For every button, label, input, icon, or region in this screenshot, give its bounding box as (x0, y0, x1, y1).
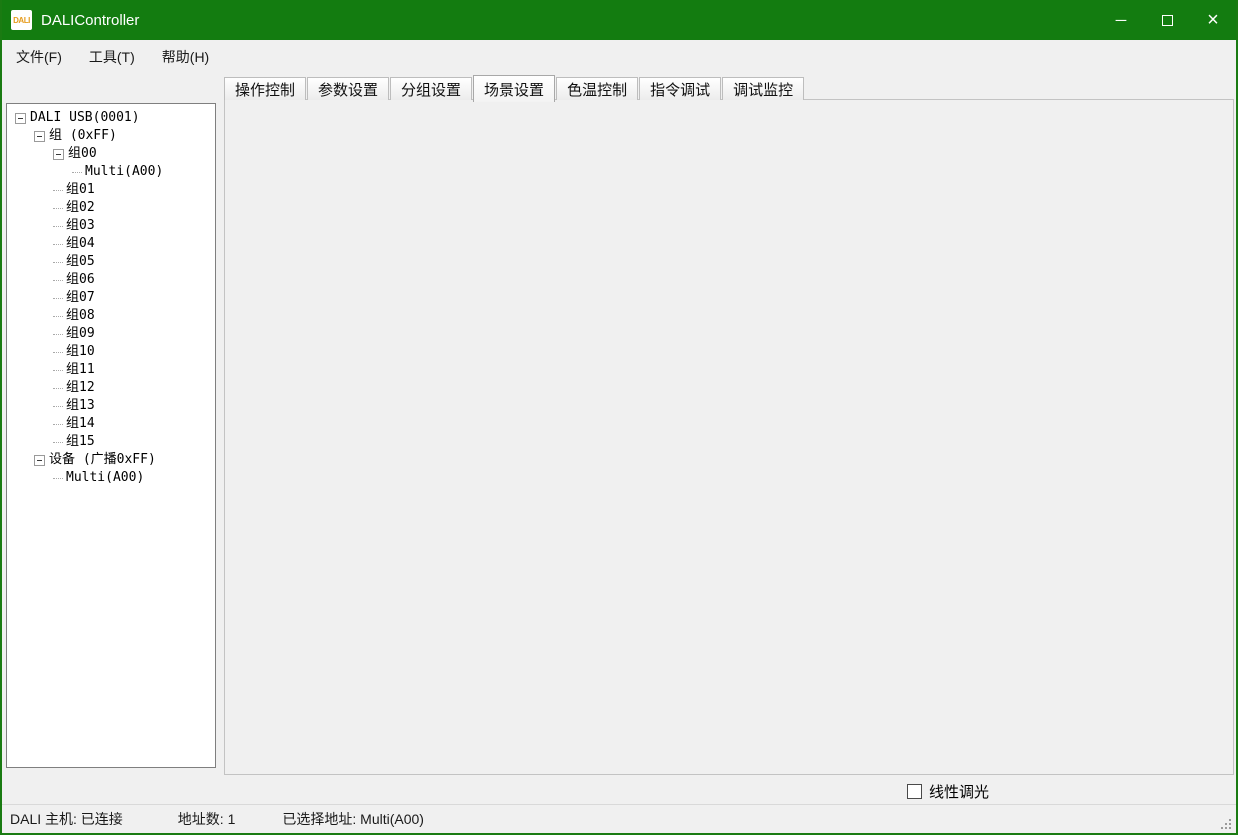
tree-item-label: Multi(A00) (66, 469, 144, 487)
tree-item[interactable]: Multi(A00) (7, 469, 215, 487)
tree-item-label: 组03 (66, 217, 95, 235)
status-address-count: 地址数: 1 (178, 809, 236, 829)
tree-item-label: 组09 (66, 325, 95, 343)
tree-item-label: 组07 (66, 289, 95, 307)
tree-item[interactable]: 组01 (7, 181, 215, 199)
tree-connector (53, 244, 63, 245)
tree-item-label: 组 (0xFF) (49, 127, 117, 145)
app-window: DALI DALIController ─ × 文件(F)工具(T)帮助(H) … (0, 0, 1238, 835)
menu-item[interactable]: 工具(T) (78, 42, 146, 72)
close-icon: × (1207, 10, 1219, 30)
tree-item[interactable]: 组09 (7, 325, 215, 343)
tree-item[interactable]: 组08 (7, 307, 215, 325)
tree-item[interactable]: DALI USB(0001) (7, 109, 215, 127)
title-bar: DALI DALIController ─ × (2, 0, 1236, 40)
tab[interactable]: 指令调试 (639, 77, 721, 100)
close-button[interactable]: × (1190, 0, 1236, 40)
tree-item-label: 组05 (66, 253, 95, 271)
tree-connector (53, 190, 63, 191)
tree-item-label: 组06 (66, 271, 95, 289)
maximize-button[interactable] (1144, 0, 1190, 40)
tree-item-label: 组13 (66, 397, 95, 415)
tree-connector (53, 442, 63, 443)
tree-item-label: 组02 (66, 199, 95, 217)
menu-item[interactable]: 文件(F) (5, 42, 73, 72)
scene-settings-panel (224, 99, 1234, 775)
tab[interactable]: 分组设置 (390, 77, 472, 100)
tree-connector (53, 424, 63, 425)
tree-item-label: 组11 (66, 361, 95, 379)
minimize-button[interactable]: ─ (1098, 0, 1144, 40)
maximize-icon (1162, 15, 1173, 26)
app-icon: DALI (11, 10, 32, 30)
tree-item[interactable]: 组11 (7, 361, 215, 379)
tree-item-label: 组12 (66, 379, 95, 397)
tree-item[interactable]: 组04 (7, 235, 215, 253)
tree-item[interactable]: 组10 (7, 343, 215, 361)
tree-connector (53, 334, 63, 335)
tab[interactable]: 调试监控 (722, 77, 804, 100)
tree-expand-toggle-icon[interactable] (15, 113, 26, 124)
tree-item-label: Multi(A00) (85, 163, 163, 181)
menu-bar: 文件(F)工具(T)帮助(H) (2, 40, 1236, 74)
minimize-icon: ─ (1116, 12, 1127, 29)
tree-expand-toggle-icon[interactable] (34, 131, 45, 142)
tree-connector (53, 208, 63, 209)
tree-item-label: 组14 (66, 415, 95, 433)
tree-item[interactable]: 组05 (7, 253, 215, 271)
tree-expand-toggle-icon[interactable] (53, 149, 64, 160)
tree-item[interactable]: 组03 (7, 217, 215, 235)
linear-dimming-option: 线性调光 (907, 781, 989, 802)
window-title: DALIController (41, 12, 139, 29)
device-tree: DALI USB(0001) 组 (0xFF) 组00 Multi(A00) 组… (6, 103, 216, 768)
tree-item[interactable]: 组13 (7, 397, 215, 415)
tree-item-label: 组15 (66, 433, 95, 451)
tree-connector (53, 352, 63, 353)
tree-item[interactable]: 组06 (7, 271, 215, 289)
tree-item-label: 组00 (68, 145, 97, 163)
tree-item[interactable]: 设备 (广播0xFF) (7, 451, 215, 469)
status-selected-address: 已选择地址: Multi(A00) (282, 809, 424, 829)
tab[interactable]: 参数设置 (307, 77, 389, 100)
tree-connector (72, 172, 82, 173)
tree-connector (53, 478, 63, 479)
tree-item[interactable]: 组02 (7, 199, 215, 217)
tree-connector (53, 406, 63, 407)
tree-item[interactable]: 组12 (7, 379, 215, 397)
linear-dimming-label: 线性调光 (929, 781, 989, 802)
tree-item[interactable]: Multi(A00) (7, 163, 215, 181)
tree-connector (53, 316, 63, 317)
tree-item-label: 组10 (66, 343, 95, 361)
tab[interactable]: 色温控制 (556, 77, 638, 100)
tab[interactable]: 场景设置 (473, 75, 555, 102)
tree-item[interactable]: 组 (0xFF) (7, 127, 215, 145)
tree-connector (53, 388, 63, 389)
tree-item[interactable]: 组07 (7, 289, 215, 307)
tab-strip: 操作控制参数设置分组设置场景设置色温控制指令调试调试监控 (224, 75, 805, 100)
status-bar: DALI 主机: 已连接 地址数: 1 已选择地址: Multi(A00) (2, 804, 1236, 833)
tree-item-label: 设备 (广播0xFF) (49, 451, 156, 469)
tree-connector (53, 370, 63, 371)
window-controls: ─ × (1098, 0, 1236, 40)
tree-connector (53, 226, 63, 227)
tree-connector (53, 262, 63, 263)
resize-grip-icon[interactable] (1219, 817, 1231, 829)
tree-item[interactable]: 组14 (7, 415, 215, 433)
tree-item[interactable]: 组00 (7, 145, 215, 163)
tree-item-label: 组04 (66, 235, 95, 253)
tree-connector (53, 280, 63, 281)
tree-connector (53, 298, 63, 299)
tree-item-label: DALI USB(0001) (30, 109, 140, 127)
tree-expand-toggle-icon[interactable] (34, 455, 45, 466)
tree-item-label: 组08 (66, 307, 95, 325)
tree-item-label: 组01 (66, 181, 95, 199)
menu-item[interactable]: 帮助(H) (151, 42, 220, 72)
status-host: DALI 主机: 已连接 (10, 809, 123, 829)
tree-item[interactable]: 组15 (7, 433, 215, 451)
tab[interactable]: 操作控制 (224, 77, 306, 100)
linear-dimming-checkbox[interactable] (907, 784, 922, 799)
